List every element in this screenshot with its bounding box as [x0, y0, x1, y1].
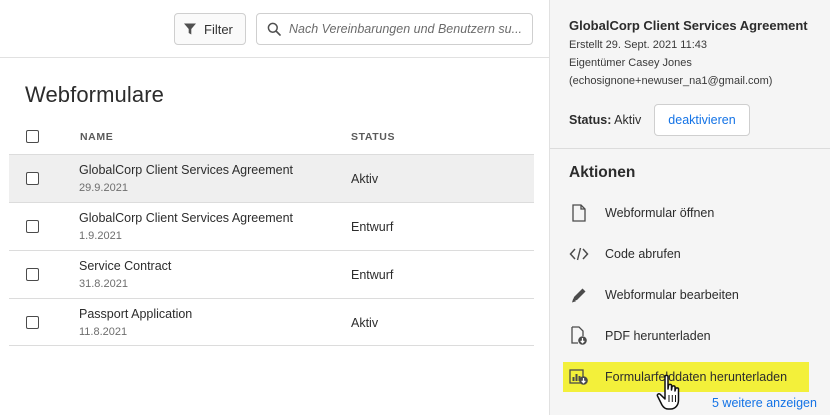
search-input[interactable] [289, 22, 523, 36]
row-checkbox[interactable] [26, 220, 39, 233]
action-label: Code abrufen [605, 247, 681, 261]
row-date: 29.9.2021 [79, 182, 128, 194]
row-status: Aktiv [351, 172, 379, 186]
status-line: Status: Aktiv [569, 113, 641, 127]
row-status: Aktiv [351, 316, 379, 330]
document-icon [567, 201, 591, 225]
pencil-icon [567, 283, 591, 307]
table-row[interactable]: GlobalCorp Client Services Agreement 29.… [9, 154, 534, 202]
table-header: NAME STATUS [9, 120, 534, 154]
status-value: Aktiv [614, 113, 642, 127]
status-label: Status: [569, 113, 612, 127]
created-date: Erstellt 29. Sept. 2021 11:43 [569, 39, 707, 51]
action-label: Formularfelddaten herunterladen [605, 370, 788, 384]
action-get-code[interactable]: Code abrufen [563, 239, 809, 269]
pdf-download-icon [567, 324, 591, 348]
action-open-webform[interactable]: Webformular öffnen [563, 198, 809, 228]
row-name: GlobalCorp Client Services Agreement [79, 163, 293, 177]
webforms-table: NAME STATUS GlobalCorp Client Services A… [9, 120, 534, 346]
table-row[interactable]: Passport Application 11.8.2021 Aktiv [9, 298, 534, 346]
row-checkbox[interactable] [26, 172, 39, 185]
row-name: Service Contract [79, 259, 172, 273]
filter-label: Filter [204, 21, 233, 37]
action-label: Webformular bearbeiten [605, 288, 739, 302]
row-name: GlobalCorp Client Services Agreement [79, 211, 293, 225]
column-header-name[interactable]: NAME [80, 131, 113, 143]
row-date: 31.8.2021 [79, 278, 128, 290]
action-download-pdf[interactable]: PDF herunterladen [563, 321, 809, 351]
action-label: Webformular öffnen [605, 206, 715, 220]
main-content: Filter Webformulare NAME STATUS GlobalCo… [0, 0, 549, 415]
owner-name: Eigentümer Casey Jones [569, 57, 692, 69]
filter-button[interactable]: Filter [174, 13, 246, 45]
chart-download-icon [567, 365, 591, 389]
row-checkbox[interactable] [26, 268, 39, 281]
column-header-status[interactable]: STATUS [351, 131, 395, 143]
row-status: Entwurf [351, 268, 394, 282]
actions-heading: Aktionen [569, 164, 636, 181]
panel-title: GlobalCorp Client Services Agreement [569, 18, 808, 33]
row-name: Passport Application [79, 307, 193, 321]
code-icon [567, 242, 591, 266]
details-panel: GlobalCorp Client Services Agreement Ers… [549, 0, 830, 415]
toolbar: Filter [0, 0, 549, 58]
action-label: PDF herunterladen [605, 329, 711, 343]
panel-divider [550, 148, 830, 149]
filter-icon [184, 23, 196, 35]
row-date: 11.8.2021 [79, 326, 128, 338]
table-row[interactable]: GlobalCorp Client Services Agreement 1.9… [9, 202, 534, 250]
search-icon [267, 22, 281, 36]
show-more-link[interactable]: 5 weitere anzeigen [712, 396, 817, 410]
search-box[interactable] [256, 13, 533, 45]
table-row[interactable]: Service Contract 31.8.2021 Entwurf [9, 250, 534, 298]
action-download-form-field-data[interactable]: Formularfelddaten herunterladen [563, 362, 809, 392]
page-title: Webformulare [25, 82, 164, 107]
row-date: 1.9.2021 [79, 230, 122, 242]
owner-email: (echosignone+newuser_na1@gmail.com) [569, 75, 773, 87]
action-edit-webform[interactable]: Webformular bearbeiten [563, 280, 809, 310]
deactivate-button[interactable]: deaktivieren [654, 104, 750, 136]
row-checkbox[interactable] [26, 316, 39, 329]
row-status: Entwurf [351, 220, 394, 234]
select-all-checkbox[interactable] [26, 130, 39, 143]
